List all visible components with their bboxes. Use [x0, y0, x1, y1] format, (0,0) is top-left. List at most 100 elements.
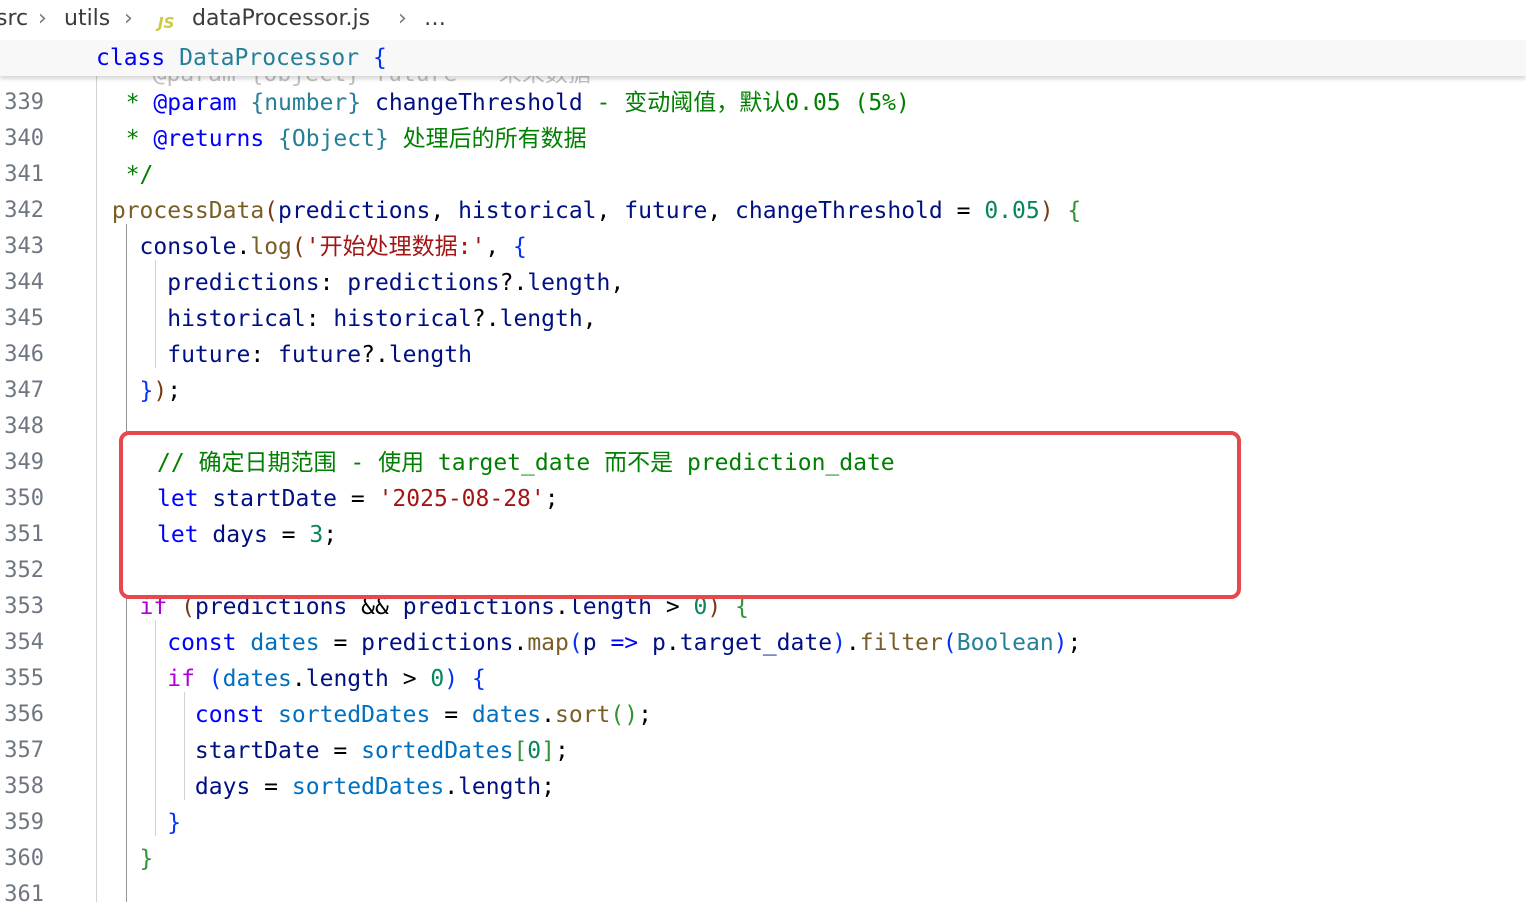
code-line[interactable]: 345 historical: historical?.length, [0, 301, 1526, 337]
code-token: dates [250, 630, 320, 656]
breadcrumb-symbol-ellipsis[interactable]: … [424, 5, 446, 33]
code-token: sort [555, 702, 611, 728]
line-source: }); [98, 373, 182, 409]
line-number: 359 [4, 810, 44, 835]
line-source: historical: historical?.length, [98, 301, 596, 337]
highlight-annotation-box: // 确定日期范围 - 使用 target_date 而不是 predictio… [119, 431, 1241, 599]
line-source: console.log('开始处理数据:', { [98, 229, 527, 265]
javascript-file-icon: JS [158, 14, 175, 32]
open-brace: { [372, 45, 387, 71]
code-token: ; [555, 738, 569, 764]
line-number: 353 [4, 594, 44, 619]
line-number: 357 [4, 738, 44, 763]
code-token: ) [832, 630, 846, 656]
code-line[interactable]: 340 * @returns {Object} 处理后的所有数据 [0, 121, 1526, 157]
code-token: = [250, 774, 292, 800]
code-token: : [319, 270, 348, 296]
code-token: . [291, 666, 306, 692]
code-token: target_date [679, 630, 833, 656]
code-line[interactable]: 355 if (dates.length > 0) { [0, 661, 1526, 697]
line-number: 345 [4, 306, 44, 331]
code-line[interactable]: 339 * @param {number} changeThreshold - … [0, 85, 1526, 121]
breadcrumb-utils[interactable]: utils [64, 5, 110, 33]
code-token: , [707, 198, 736, 224]
line-number: 355 [4, 666, 44, 691]
code-token: ( [291, 234, 306, 260]
code-token: length [388, 342, 472, 368]
code-line[interactable]: 357 startDate = sortedDates[0]; [0, 733, 1526, 769]
code-token: predictions [278, 198, 431, 224]
code-line[interactable]: 347 }); [0, 373, 1526, 409]
code-token: . [845, 630, 860, 656]
code-token: ] [541, 738, 556, 764]
line-number: 351 [4, 522, 44, 547]
breadcrumb-file[interactable]: dataProcessor.js [192, 5, 370, 33]
code-token: ; [544, 486, 559, 512]
code-line[interactable]: 359 } [0, 805, 1526, 841]
line-source: */ [98, 157, 154, 193]
breadcrumb: src › utils › JS dataProcessor.js › … [0, 0, 1526, 40]
code-token: ; [323, 522, 338, 548]
sticky-class-line[interactable]: class DataProcessor { [96, 40, 387, 76]
code-token: filter [859, 630, 943, 656]
code-line[interactable]: 360 } [0, 841, 1526, 877]
code-line[interactable]: 344 predictions: predictions?.length, [0, 265, 1526, 301]
code-line[interactable]: 358 days = sortedDates.length; [0, 769, 1526, 805]
code-token: sortedDates [291, 774, 445, 800]
line-number: 344 [4, 270, 44, 295]
code-token: length [527, 270, 611, 296]
line-source: * @returns {Object} 处理后的所有数据 [98, 121, 587, 157]
code-token: sortedDates [278, 702, 431, 728]
code-token: ; [541, 774, 556, 800]
code-line[interactable]: 356 const sortedDates = dates.sort(); [0, 697, 1526, 733]
code-token: = [319, 738, 362, 764]
code-token: , [596, 198, 625, 224]
code-token: ( [208, 666, 223, 692]
code-token: } [98, 378, 154, 404]
line-number: 350 [4, 486, 44, 511]
code-token: } [98, 810, 182, 836]
code-line[interactable]: 361 [0, 877, 1526, 902]
code-token: days [212, 522, 268, 548]
line-source: * @param {number} changeThreshold - 变动阈值… [98, 85, 910, 121]
sticky-scroll-header[interactable]: class DataProcessor { [0, 40, 1526, 76]
line-number: 346 [4, 342, 44, 367]
line-source: startDate = sortedDates[0]; [98, 733, 569, 769]
code-token: ( [264, 198, 279, 224]
breadcrumb-src[interactable]: src [0, 5, 28, 33]
code-token: Boolean [956, 630, 1054, 656]
line-source: } [98, 805, 181, 841]
code-token: // 确定日期范围 - 使用 target_date 而不是 predictio… [157, 450, 895, 476]
code-token: { [1067, 198, 1082, 224]
code-token: ) [444, 666, 459, 692]
code-token: console [98, 234, 237, 260]
code-line[interactable]: 354 const dates = predictions.map(p => p… [0, 625, 1526, 661]
code-line[interactable]: 341 */ [0, 157, 1526, 193]
code-token: days [98, 774, 251, 800]
code-token: historical [98, 306, 306, 332]
code-token: . [236, 234, 251, 260]
highlighted-code-line: let days = 3; [157, 517, 337, 553]
code-token: */ [98, 162, 154, 188]
code-token: log [250, 234, 292, 260]
code-token: = [337, 486, 379, 512]
code-token: dates [471, 702, 542, 728]
code-line[interactable]: 342 processData(predictions, historical,… [0, 193, 1526, 229]
line-number: 348 [4, 414, 44, 439]
code-token: p [652, 630, 666, 656]
code-token: : [250, 342, 279, 368]
code-token: predictions [98, 270, 320, 296]
code-token: startDate [98, 738, 320, 764]
code-token: let [157, 522, 199, 548]
code-line[interactable]: 343 console.log('开始处理数据:', { [0, 229, 1526, 265]
code-line[interactable]: 346 future: future?.length [0, 337, 1526, 373]
line-source: predictions: predictions?.length, [98, 265, 624, 301]
code-token: ?. [361, 342, 389, 368]
code-token: - 变动阈值，默认0.05 (5%) [582, 90, 910, 116]
